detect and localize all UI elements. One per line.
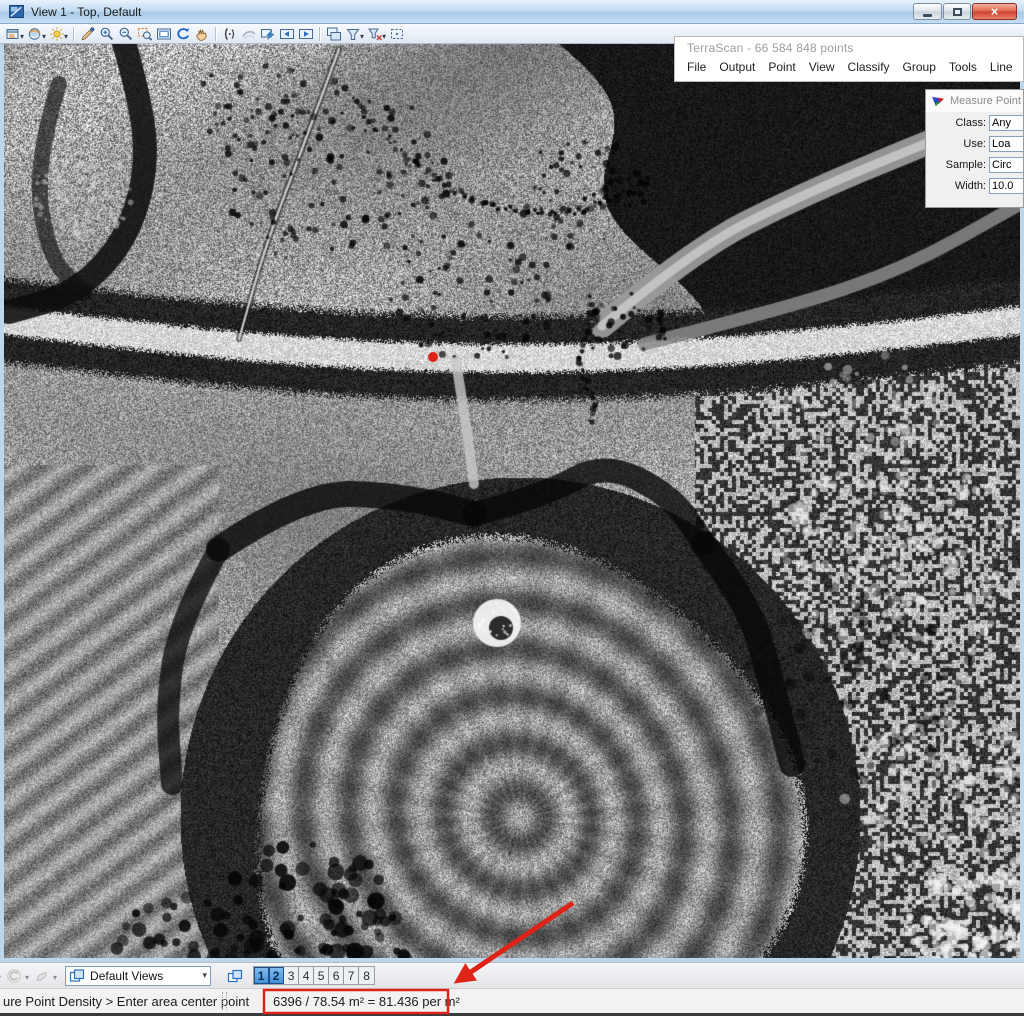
view-button-6[interactable]: 6 [329, 967, 344, 984]
dropdown-caret-icon[interactable]: ▾ [382, 32, 386, 41]
view-button-8[interactable]: 8 [359, 967, 374, 984]
navigate-view-icon[interactable] [258, 25, 277, 43]
terrascan-title: TerraScan - 66 584 848 points [675, 37, 1023, 55]
view-button-4[interactable]: 4 [299, 967, 314, 984]
dropdown-caret-icon[interactable]: ▾ [64, 32, 68, 41]
saved-views-combobox[interactable]: Default Views ▾ [65, 966, 211, 986]
saved-views-icon [69, 968, 85, 984]
view-button-2[interactable]: 2 [269, 967, 284, 984]
terrascan-menu-point[interactable]: Point [768, 60, 795, 74]
rotate-view-disabled-icon[interactable] [3, 965, 25, 987]
minimize-button[interactable] [913, 3, 942, 20]
combo-caret-icon[interactable]: ▾ [203, 970, 208, 981]
view-button-5[interactable]: 5 [314, 967, 329, 984]
window-area-icon[interactable] [135, 25, 154, 43]
fly-icon[interactable] [239, 25, 258, 43]
restore-button[interactable] [943, 3, 971, 20]
terrascan-window: TerraScan - 66 584 848 points File Output… [674, 36, 1024, 82]
terrascan-menu-tools[interactable]: Tools [949, 60, 977, 74]
use-input[interactable] [989, 136, 1024, 152]
sample-label: Sample: [946, 159, 986, 171]
dropdown-caret-icon[interactable]: ▾ [42, 32, 46, 41]
update-view-icon[interactable] [78, 25, 97, 43]
pan-view-icon[interactable] [192, 25, 211, 43]
terrascan-menu-line[interactable]: Line [990, 60, 1013, 74]
sample-input[interactable] [989, 157, 1024, 173]
toolbar-separator [73, 27, 74, 41]
dialog-titlebar[interactable]: Measure Point D [926, 90, 1023, 112]
terrascan-menu-classify[interactable]: Classify [848, 60, 890, 74]
dropdown-caret-icon[interactable]: ▾ [53, 973, 57, 982]
display-style-disabled-icon[interactable] [31, 965, 53, 987]
walk-icon[interactable] [220, 25, 239, 43]
view-next-icon[interactable] [296, 25, 315, 43]
dropdown-caret-icon[interactable]: ▾ [20, 32, 24, 41]
rotate-view-icon[interactable] [173, 25, 192, 43]
dropdown-caret-icon[interactable]: ▾ [360, 32, 364, 41]
terrascan-menu-view[interactable]: View [809, 60, 835, 74]
toolbar-separator [215, 27, 216, 41]
status-prompt: ure Point Density > Enter area center po… [3, 994, 249, 1009]
class-label: Class: [955, 117, 986, 129]
zoom-out-icon[interactable] [116, 25, 135, 43]
terrascan-menu-group[interactable]: Group [903, 60, 936, 74]
close-icon: × [991, 5, 999, 18]
minimize-icon [923, 14, 932, 17]
window-title: View 1 - Top, Default [31, 5, 141, 19]
map-view-canvas[interactable] [4, 44, 1020, 958]
application-window: View 1 - Top, Default × ▾ ▾ ▾ ▾ ▾ TerraScan … [0, 0, 1024, 1016]
view-button-3[interactable]: 3 [284, 967, 299, 984]
restore-icon [953, 8, 962, 16]
saved-views-label: Default Views [90, 969, 202, 983]
width-label: Width: [955, 180, 986, 192]
view-previous-icon[interactable] [277, 25, 296, 43]
terrascan-logo-icon [932, 96, 945, 107]
toolbar-separator [319, 27, 320, 41]
bottom-toolbar: ▾ ▾ ▾ Default Views ▾ 12345678 [0, 962, 1024, 988]
view-area [0, 44, 1024, 962]
view-button-7[interactable]: 7 [344, 967, 359, 984]
dialog-title: Measure Point D [950, 95, 1024, 107]
view-number-buttons: 12345678 [253, 966, 375, 985]
terrascan-menubar: File Output Point View Classify Group Tools Lin… [675, 55, 1023, 74]
terrascan-menu-file[interactable]: File [687, 60, 706, 74]
copy-view-icon[interactable] [324, 25, 343, 43]
window-controls: × [913, 3, 1020, 20]
dropdown-caret-icon[interactable]: ▾ [25, 973, 29, 982]
use-label: Use: [963, 138, 986, 150]
status-bar: ure Point Density > Enter area center po… [0, 988, 1024, 1016]
terrascan-menu-output[interactable]: Output [719, 60, 755, 74]
measure-point-density-dialog: Measure Point D Class: Use: Sample: Widt… [925, 89, 1024, 208]
view-button-1[interactable]: 1 [254, 967, 269, 984]
dropdown-caret-icon[interactable]: ▾ [0, 973, 1, 982]
zoom-in-icon[interactable] [97, 25, 116, 43]
status-separator [222, 992, 227, 1010]
view-window-icon [9, 5, 24, 18]
clip-boundary-icon[interactable] [387, 25, 406, 43]
window-titlebar[interactable]: View 1 - Top, Default × [0, 0, 1024, 24]
class-input[interactable] [989, 115, 1024, 131]
status-result: 6396 / 78.54 m² = 81.436 per m² [273, 994, 460, 1009]
fit-view-icon[interactable] [154, 25, 173, 43]
close-button[interactable]: × [972, 3, 1017, 20]
view-toggle-icon[interactable] [223, 965, 247, 987]
width-input[interactable] [989, 178, 1024, 194]
